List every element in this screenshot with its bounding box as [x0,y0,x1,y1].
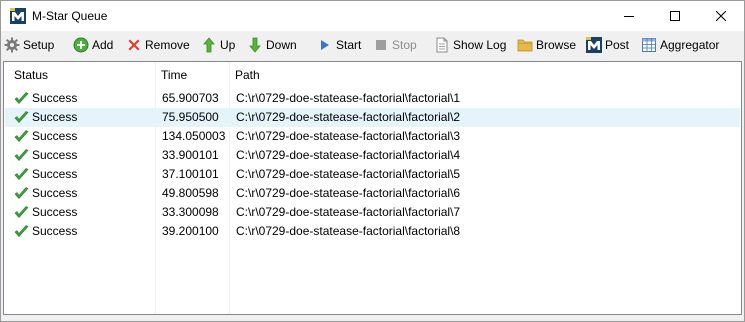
minimize-button[interactable] [606,1,652,31]
path-cell: C:\r\0729-doe-statease-factorial\factori… [236,224,461,238]
minimize-icon [624,16,634,17]
close-button[interactable] [698,1,744,31]
gear-icon [4,37,20,53]
app-logo-icon [10,8,26,24]
path-cell: C:\r\0729-doe-statease-factorial\factori… [236,167,461,181]
maximize-button[interactable] [652,1,698,31]
table-row[interactable]: Success 39.200100 C:\r\0729-doe-statease-f… [5,222,740,241]
toolbar: Setup Add Remove Up Down Start Stop Show… [1,32,744,59]
time-cell: 33.300098 [162,205,219,219]
status-cell: Success [14,222,77,241]
red-x-icon [128,39,140,51]
status-text: Success [32,205,78,219]
time-cell: 39.200100 [162,224,219,238]
folder-icon [517,39,533,52]
document-icon [436,37,448,53]
job-queue-list[interactable]: Status Time Path Success 65.900703 C:\r\07… [3,61,742,315]
column-header-time[interactable]: Time [161,62,227,87]
status-cell: Success [14,165,77,184]
table-row[interactable]: Success 134.050003 C:\r\0729-doe-statease-… [5,127,740,146]
stop-button[interactable]: Stop [373,32,417,58]
setup-button[interactable]: Setup [4,32,54,58]
m-star-queue-window: M-Star Queue Setup Add Remove Up Down St… [0,0,745,322]
status-cell: Success [14,127,77,146]
status-text: Success [32,224,78,238]
add-label: Add [92,38,114,52]
remove-label: Remove [145,38,190,52]
table-row[interactable]: Success 65.900703 C:\r\0729-doe-statease-f… [5,89,740,108]
green-checkmark-icon [14,149,29,161]
status-text: Success [32,186,78,200]
green-checkmark-icon [14,111,29,123]
status-text: Success [32,110,78,124]
green-checkmark-icon [14,225,29,237]
status-cell: Success [14,146,77,165]
green-checkmark-icon [14,168,29,180]
path-cell: C:\r\0729-doe-statease-factorial\factori… [236,110,461,124]
browse-label: Browse [536,38,577,52]
table-row[interactable]: Success 49.800598 C:\r\0729-doe-statease-f… [5,184,740,203]
m-star-post-icon [586,37,602,53]
remove-button[interactable]: Remove [126,32,190,58]
table-grid-icon [642,38,656,52]
time-cell: 65.900703 [162,91,219,105]
post-button[interactable]: Post [586,32,629,58]
time-cell: 49.800598 [162,186,219,200]
start-label: Start [336,38,362,52]
path-cell: C:\r\0729-doe-statease-factorial\factori… [236,91,461,105]
plus-circle-icon [73,37,89,53]
show-log-label: Show Log [453,38,507,52]
close-icon [716,11,726,21]
green-checkmark-icon [14,92,29,104]
browse-button[interactable]: Browse [517,32,576,58]
time-cell: 37.100101 [162,167,219,181]
stop-label: Stop [392,38,417,52]
green-checkmark-icon [14,130,29,142]
time-cell: 134.050003 [162,129,226,143]
maximize-icon [670,11,680,21]
column-header-status[interactable]: Status [14,62,154,87]
table-row[interactable]: Success 75.950500 C:\r\0729-doe-statease-f… [5,108,740,127]
status-cell: Success [14,89,77,108]
status-text: Success [32,148,78,162]
play-icon [321,40,329,50]
up-button[interactable]: Up [201,32,235,58]
aggregator-label: Aggregator [660,38,720,52]
down-button[interactable]: Down [247,32,297,58]
green-checkmark-icon [14,187,29,199]
path-cell: C:\r\0729-doe-statease-factorial\factori… [236,205,461,219]
arrow-down-icon [249,37,261,53]
table-row[interactable]: Success 33.300098 C:\r\0729-doe-statease-f… [5,203,740,222]
status-cell: Success [14,108,77,127]
path-cell: C:\r\0729-doe-statease-factorial\factori… [236,148,461,162]
window-title: M-Star Queue [32,9,108,23]
post-label: Post [605,38,630,52]
status-text: Success [32,91,78,105]
setup-label: Setup [23,38,55,52]
add-button[interactable]: Add [73,32,113,58]
down-label: Down [266,38,297,52]
aggregator-button[interactable]: Aggregator [641,32,719,58]
status-cell: Success [14,203,77,222]
status-text: Success [32,129,78,143]
status-text: Success [32,167,78,181]
status-cell: Success [14,184,77,203]
path-cell: C:\r\0729-doe-statease-factorial\factori… [236,129,461,143]
stop-icon [376,40,386,50]
time-cell: 75.950500 [162,110,219,124]
show-log-button[interactable]: Show Log [434,32,506,58]
path-cell: C:\r\0729-doe-statease-factorial\factori… [236,186,461,200]
green-checkmark-icon [14,206,29,218]
time-cell: 33.900101 [162,148,219,162]
table-row[interactable]: Success 33.900101 C:\r\0729-doe-statease-f… [5,146,740,165]
up-label: Up [220,38,236,52]
column-header-path[interactable]: Path [235,62,735,87]
table-row[interactable]: Success 37.100101 C:\r\0729-doe-statease-f… [5,165,740,184]
title-bar: M-Star Queue [1,1,744,31]
arrow-up-icon [203,37,215,53]
start-button[interactable]: Start [317,32,361,58]
